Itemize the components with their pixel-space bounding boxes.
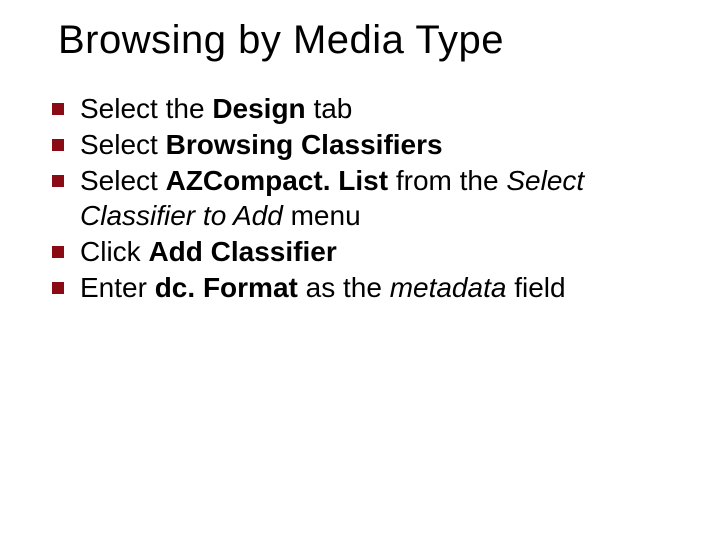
text-run: Enter (80, 272, 155, 303)
square-bullet-icon (52, 139, 64, 151)
text-run: metadata (390, 272, 507, 303)
slide: Browsing by Media Type Select the Design… (0, 0, 720, 540)
square-bullet-icon (52, 246, 64, 258)
text-run: from the (388, 165, 506, 196)
list-item: Select Browsing Classifiers (46, 127, 680, 163)
text-run: field (506, 272, 565, 303)
bullet-list: Select the Design tabSelect Browsing Cla… (40, 91, 680, 306)
text-run: Select (80, 165, 166, 196)
list-item: Click Add Classifier (46, 234, 680, 270)
square-bullet-icon (52, 175, 64, 187)
text-run: Select (80, 129, 166, 160)
text-run: Add Classifier (148, 236, 336, 267)
text-run: Design (212, 93, 305, 124)
text-run: AZCompact. List (166, 165, 388, 196)
square-bullet-icon (52, 282, 64, 294)
square-bullet-icon (52, 103, 64, 115)
text-run: Browsing Classifiers (166, 129, 443, 160)
text-run: dc. Format (155, 272, 298, 303)
list-item: Enter dc. Format as the metadata field (46, 270, 680, 306)
slide-title: Browsing by Media Type (58, 18, 680, 63)
text-run: menu (283, 200, 361, 231)
text-run: Click (80, 236, 148, 267)
text-run: tab (306, 93, 353, 124)
list-item: Select the Design tab (46, 91, 680, 127)
text-run: Select the (80, 93, 212, 124)
list-item: Select AZCompact. List from the Select C… (46, 163, 680, 235)
text-run: as the (298, 272, 390, 303)
